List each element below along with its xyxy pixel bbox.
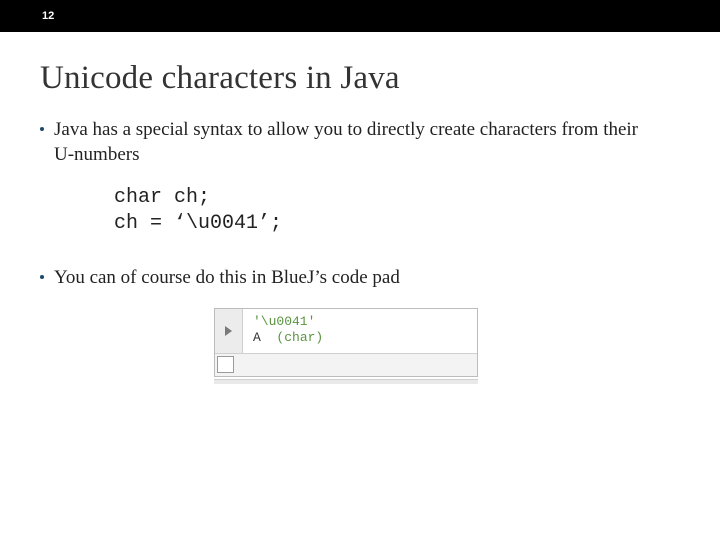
code-pad-expression: '\u0041' [253, 314, 467, 329]
code-pad-gutter [215, 309, 243, 353]
code-pad-panel: '\u0041' A (char) [214, 308, 478, 377]
code-line: ch = ‘\u0041’; [114, 211, 660, 237]
code-block: char ch; ch = ‘\u0041’; [114, 185, 660, 237]
result-type: (char) [276, 330, 323, 345]
scrollbar-box-icon [217, 356, 234, 373]
bullet-text: Java has a special syntax to allow you t… [54, 117, 660, 167]
code-pad-screenshot: '\u0041' A (char) [214, 308, 478, 384]
topbar: 12 [0, 0, 720, 32]
result-arrow-icon [225, 326, 232, 336]
code-pad-result: A (char) [253, 330, 467, 345]
code-pad-content: '\u0041' A (char) [243, 309, 477, 353]
slide-number: 12 [42, 10, 54, 22]
code-pad-scrollbar [215, 353, 477, 376]
code-pad-row: '\u0041' A (char) [215, 309, 477, 353]
slide-body: Java has a special syntax to allow you t… [0, 117, 720, 384]
code-line: char ch; [114, 185, 660, 211]
bullet-item: Java has a special syntax to allow you t… [40, 117, 660, 167]
bullet-item: You can of course do this in BlueJ’s cod… [40, 265, 660, 290]
slide: 12 Unicode characters in Java Java has a… [0, 0, 720, 540]
bullet-dot-icon [40, 275, 44, 279]
result-value: A [253, 330, 261, 345]
bullet-dot-icon [40, 127, 44, 131]
bullet-text: You can of course do this in BlueJ’s cod… [54, 265, 400, 290]
slide-title: Unicode characters in Java [40, 60, 720, 97]
code-pad-underbar [214, 379, 478, 384]
